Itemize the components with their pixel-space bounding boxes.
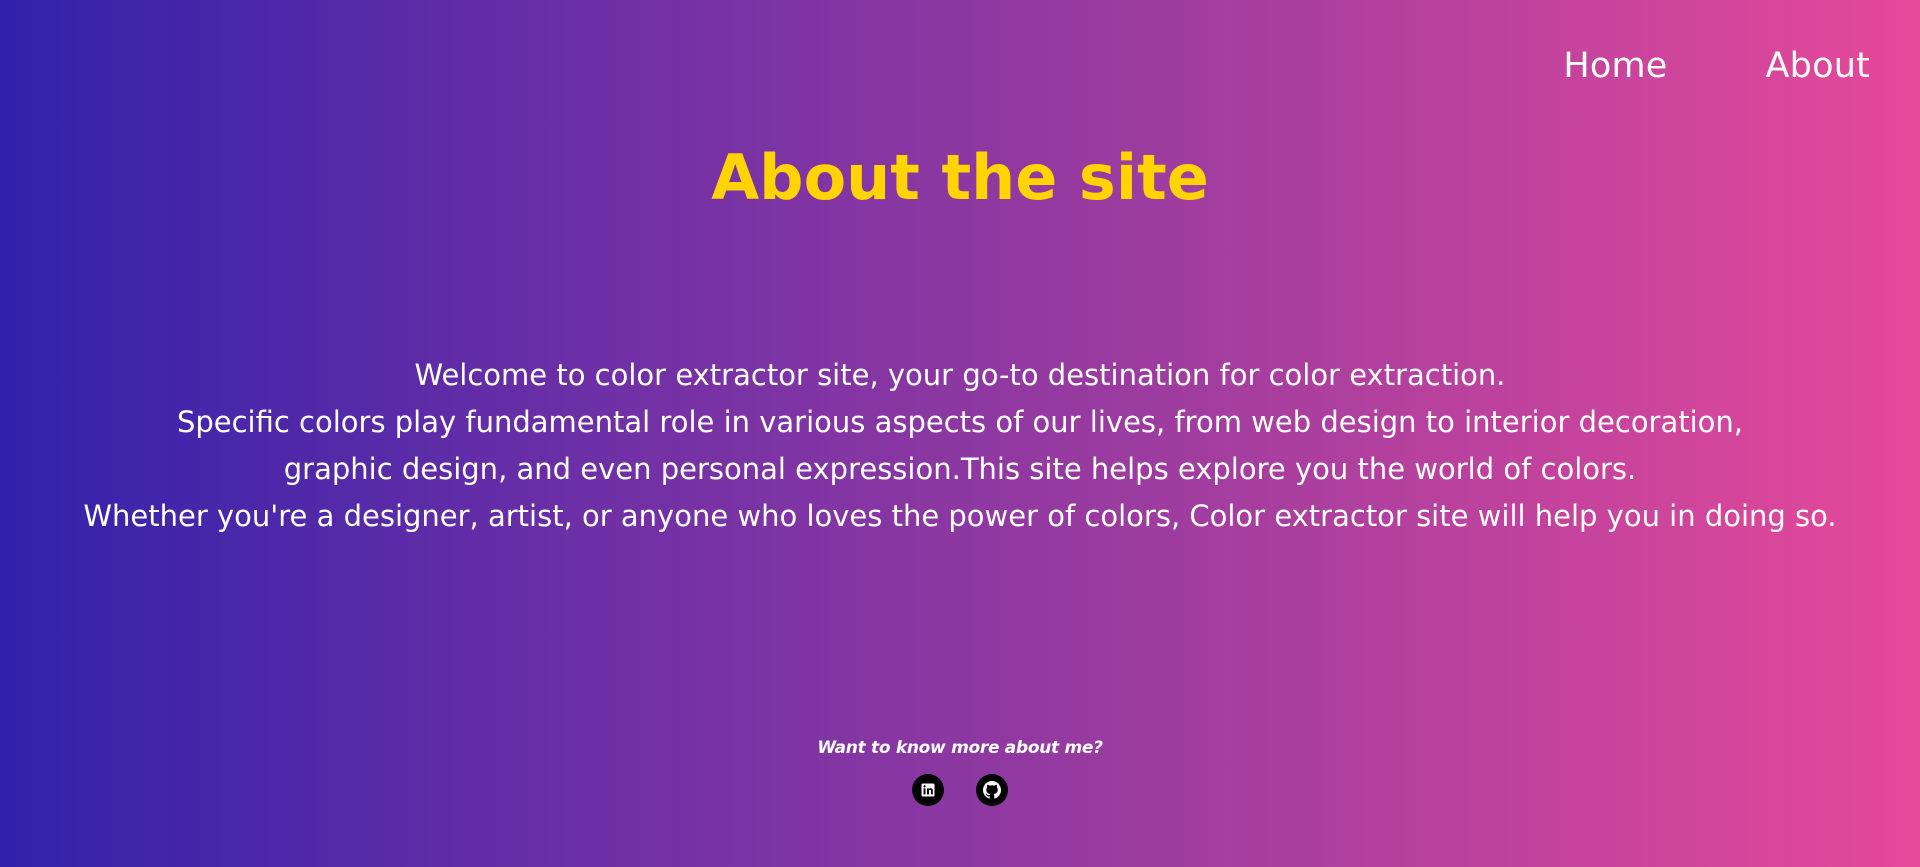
github-link[interactable] [976,774,1008,806]
footer: Want to know more about me? [0,738,1920,806]
intro-line: Whether you're a designer, artist, or an… [83,499,1837,533]
footer-text: Want to know more about me? [817,738,1103,758]
nav-home-link[interactable]: Home [1563,46,1667,86]
social-links [0,774,1920,806]
linkedin-link[interactable] [912,774,944,806]
page-title: About the site [711,141,1209,214]
intro-line: graphic design, and even personal expres… [283,452,1637,486]
intro-text: Welcome to color extractor site, your go… [0,352,1920,540]
intro-line: Welcome to color extractor site, your go… [414,358,1506,392]
nav-about-link[interactable]: About [1766,46,1870,86]
intro-line: Specific colors play fundamental role in… [176,405,1744,439]
github-icon [983,781,1001,799]
top-nav: Home About [1563,46,1870,86]
linkedin-icon [921,783,935,797]
